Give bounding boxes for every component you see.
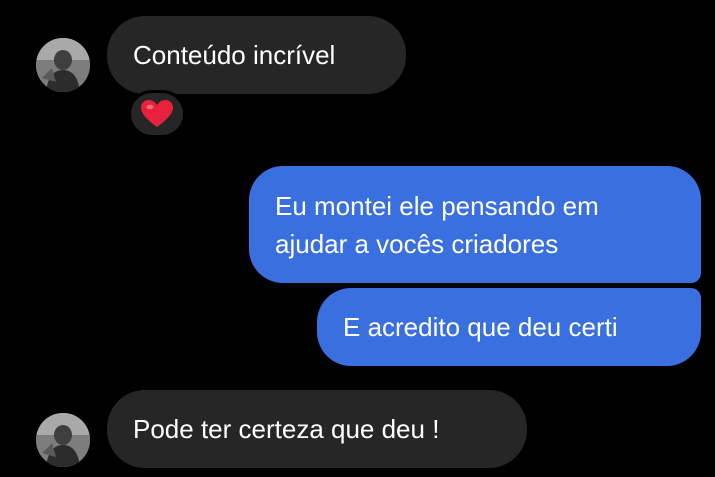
message-text: E acredito que deu certi	[343, 312, 618, 342]
message-text: Pode ter certeza que deu !	[133, 414, 440, 444]
reaction-badge[interactable]	[128, 90, 186, 138]
message-text-line: ajudar a vocês criadores	[275, 228, 559, 259]
avatar-photo-icon	[36, 413, 90, 467]
heart-icon	[141, 100, 173, 127]
message-bubble-incoming[interactable]: Conteúdo incrível	[107, 16, 406, 94]
message-bubble-outgoing[interactable]: Eu montei ele pensando em ajudar a vocês…	[249, 166, 701, 283]
avatar-photo-icon	[36, 38, 90, 92]
message-text-line: Eu montei ele pensando em	[275, 190, 599, 221]
sender-avatar[interactable]	[36, 38, 90, 92]
message-text: Conteúdo incrível	[133, 40, 336, 70]
message-bubble-outgoing[interactable]: E acredito que deu certi	[317, 288, 701, 366]
message-bubble-incoming[interactable]: Pode ter certeza que deu !	[107, 390, 527, 468]
sender-avatar[interactable]	[36, 413, 90, 467]
